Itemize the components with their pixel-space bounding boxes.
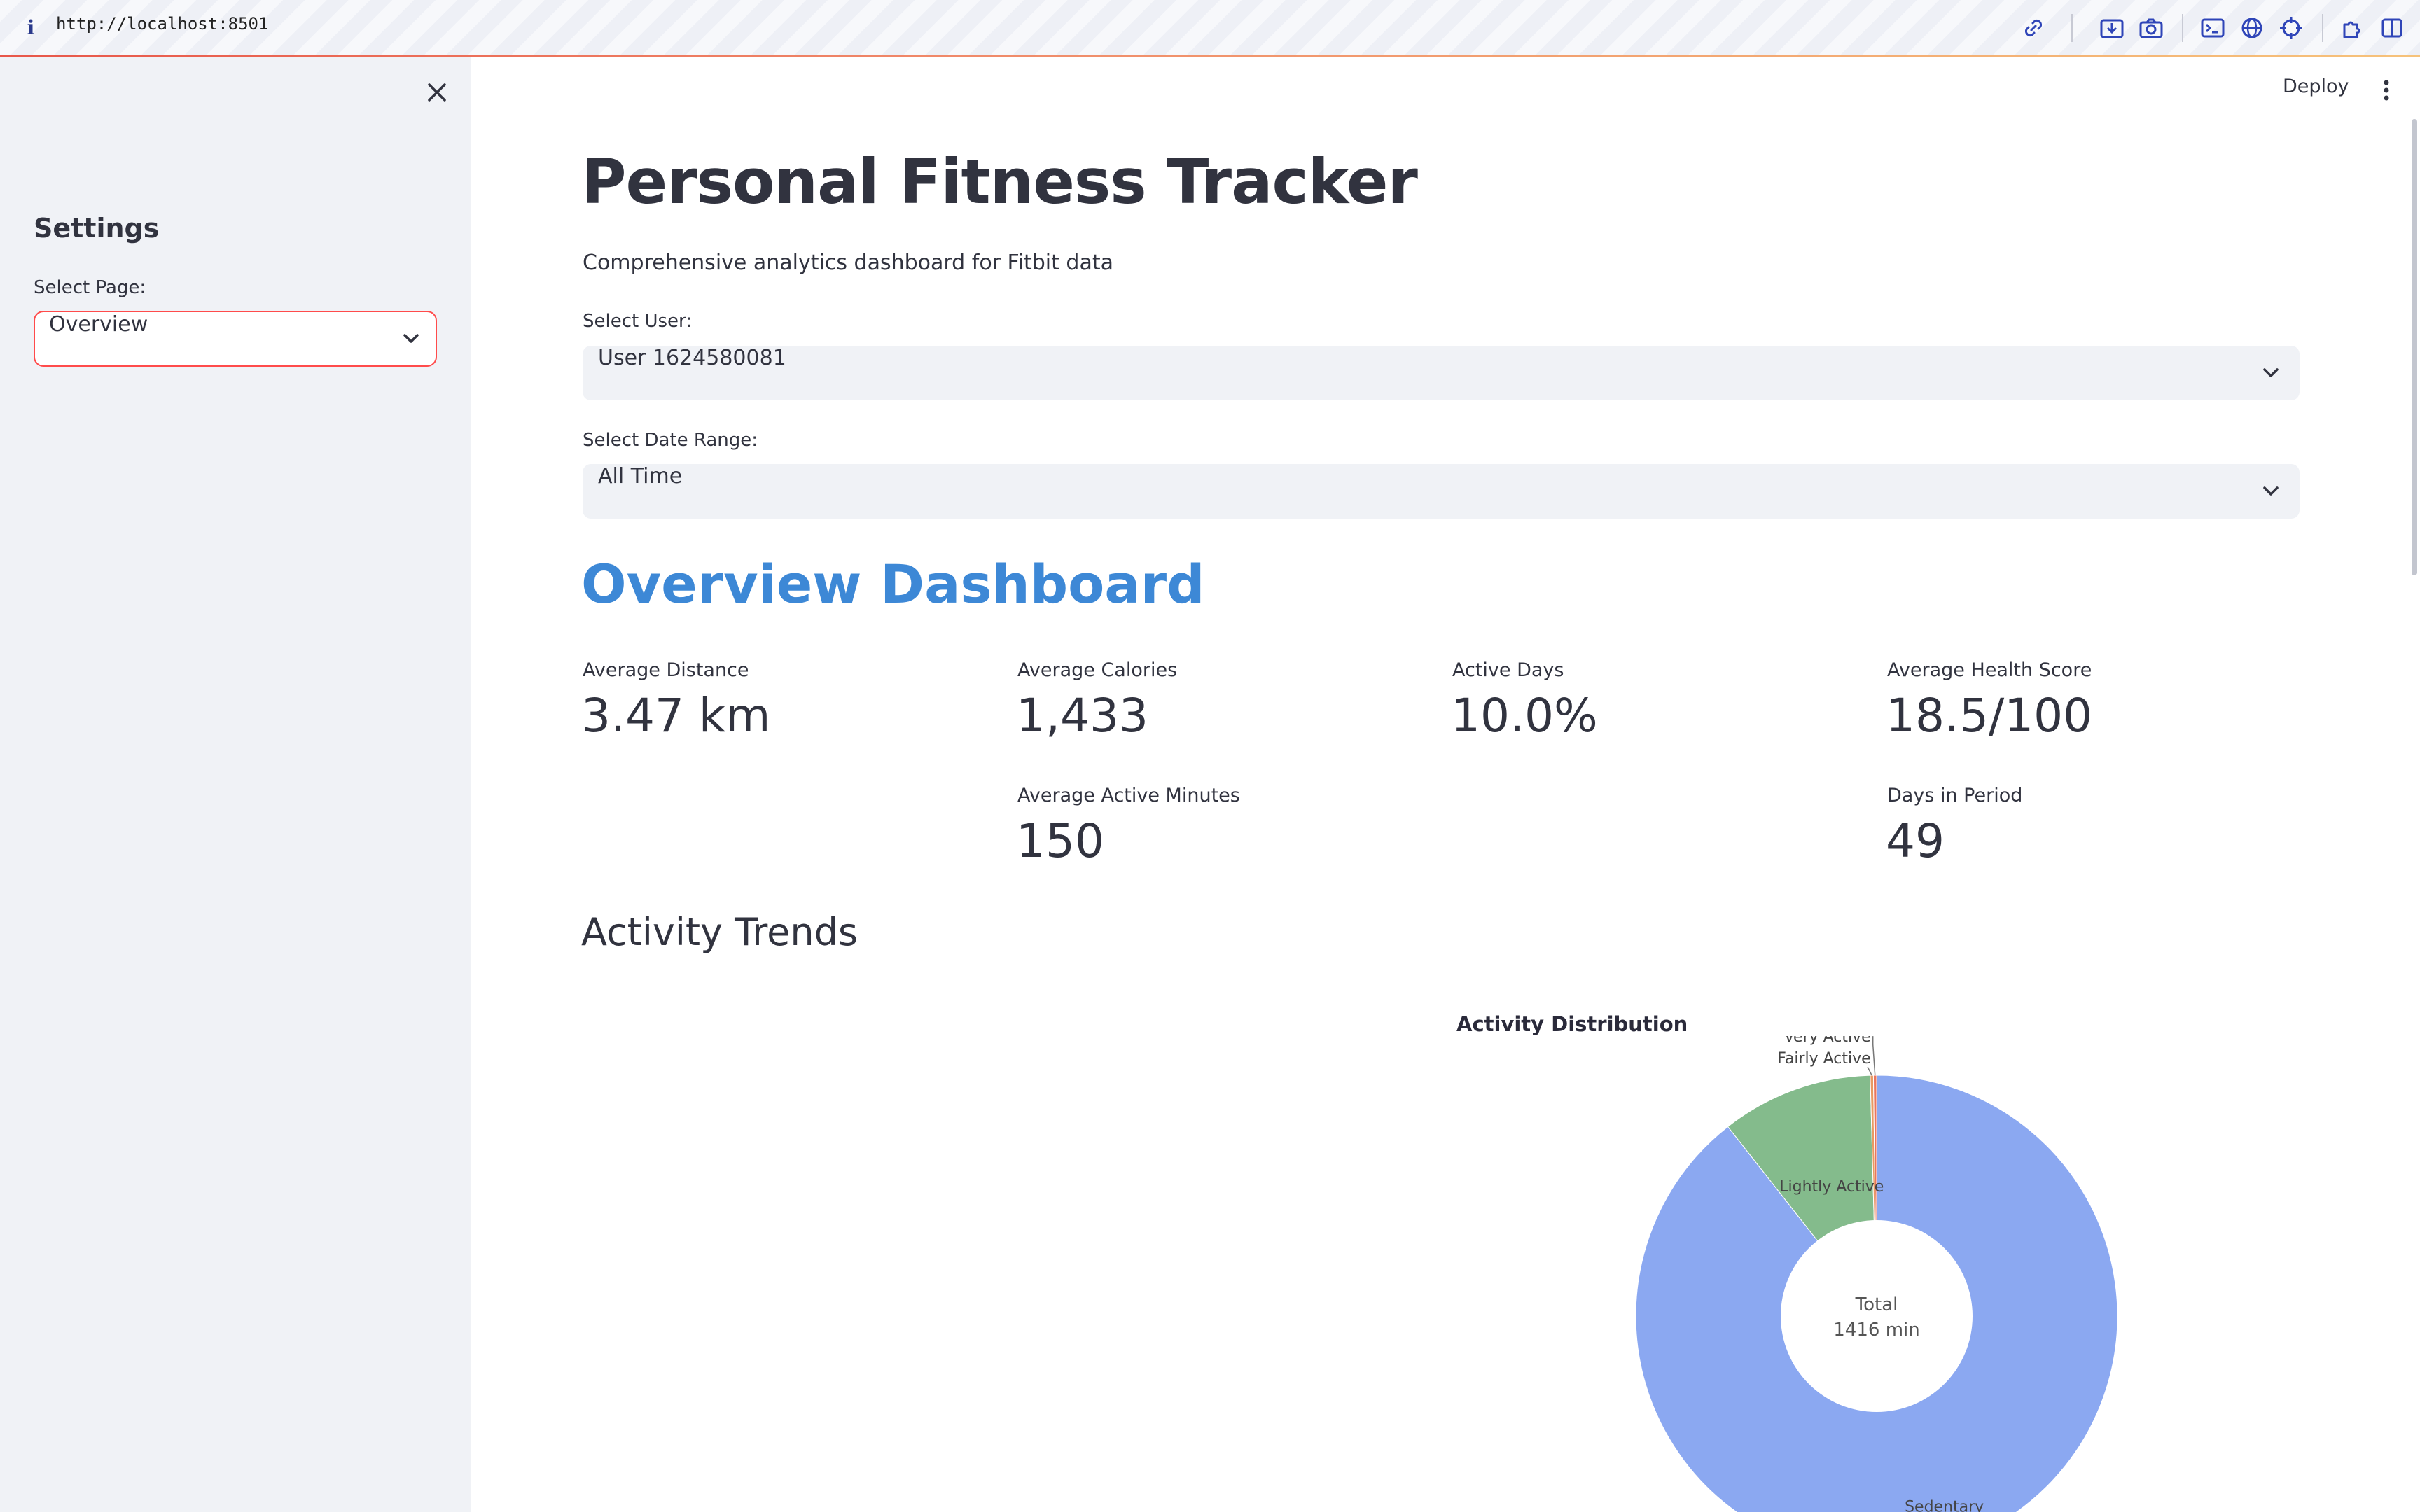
chart-title: Activity Distribution	[1456, 1012, 1688, 1036]
slice-label-sedentary: Sedentary	[1905, 1499, 1984, 1512]
toolbar-separator	[2182, 14, 2183, 42]
metric-label: Active Days	[1452, 659, 1564, 681]
metric-value: 3.47 km	[581, 689, 771, 743]
page-subtitle: Comprehensive analytics dashboard for Fi…	[583, 251, 1113, 275]
slice-label-lightly-active: Lightly Active	[1779, 1178, 1884, 1196]
terminal-icon[interactable]	[2199, 14, 2227, 42]
page-select-value: Overview	[49, 312, 148, 337]
scrollbar[interactable]	[2412, 119, 2417, 575]
chevron-down-icon	[403, 334, 419, 343]
slice-label-fairly-active: Fairly Active	[1777, 1050, 1870, 1068]
page-title: Personal Fitness Tracker	[581, 146, 1418, 218]
more-options-icon[interactable]	[2379, 77, 2393, 105]
metric-label: Average Calories	[1017, 659, 1178, 681]
save-icon[interactable]	[2098, 14, 2126, 42]
section-title: Overview Dashboard	[581, 553, 1205, 615]
metric-label: Average Active Minutes	[1017, 785, 1240, 806]
donut-hole	[1781, 1220, 1973, 1412]
metric-label: Average Health Score	[1887, 659, 2092, 681]
crosshair-icon[interactable]	[2277, 14, 2305, 42]
metric-value: 18.5/100	[1886, 689, 2093, 743]
toolbar-separator	[2322, 14, 2323, 42]
close-icon[interactable]	[419, 77, 455, 108]
deploy-button[interactable]: Deploy	[2283, 76, 2349, 97]
metric-value: 49	[1886, 814, 1945, 868]
sidebar-toggle-icon[interactable]	[2378, 14, 2406, 42]
activity-distribution-chart: Total 1416 min Sedentary Lightly Active Ve…	[1635, 1036, 2118, 1512]
user-select-value: User 1624580081	[598, 346, 786, 370]
link-icon[interactable]	[2019, 14, 2047, 42]
user-select-label: Select User:	[583, 311, 693, 332]
extension-icon[interactable]	[2339, 14, 2367, 42]
date-range-value: All Time	[598, 464, 683, 489]
chevron-down-icon	[2263, 486, 2279, 496]
info-icon[interactable]: i	[24, 15, 38, 41]
date-range-select[interactable]: All Time	[583, 464, 2300, 519]
chevron-down-icon	[2263, 368, 2279, 377]
center-label: Total	[1855, 1294, 1898, 1315]
sidebar	[0, 57, 471, 1512]
camera-icon[interactable]	[2137, 14, 2165, 42]
globe-icon[interactable]	[2238, 14, 2266, 42]
date-range-label: Select Date Range:	[583, 430, 758, 451]
metric-value: 1,433	[1016, 689, 1148, 743]
toolbar-separator	[2071, 14, 2073, 42]
center-value: 1416 min	[1833, 1320, 1919, 1340]
page-select[interactable]: Overview	[34, 311, 437, 367]
metric-value: 10.0%	[1451, 689, 1598, 743]
leader-line-very-active	[1872, 1036, 1876, 1076]
user-select[interactable]: User 1624580081	[583, 346, 2300, 400]
address-bar[interactable]: http://localhost:8501	[56, 14, 268, 42]
slice-label-very-active: Very Active	[1784, 1036, 1871, 1046]
browser-toolbar: i http://localhost:8501	[0, 0, 2420, 57]
metric-label: Average Distance	[583, 659, 749, 681]
metric-value: 150	[1016, 814, 1104, 868]
metric-label: Days in Period	[1887, 785, 2023, 806]
trends-title: Activity Trends	[581, 910, 858, 954]
page-select-label: Select Page:	[34, 277, 146, 298]
sidebar-title: Settings	[34, 213, 160, 244]
leader-line-fairly-active	[1867, 1066, 1872, 1076]
